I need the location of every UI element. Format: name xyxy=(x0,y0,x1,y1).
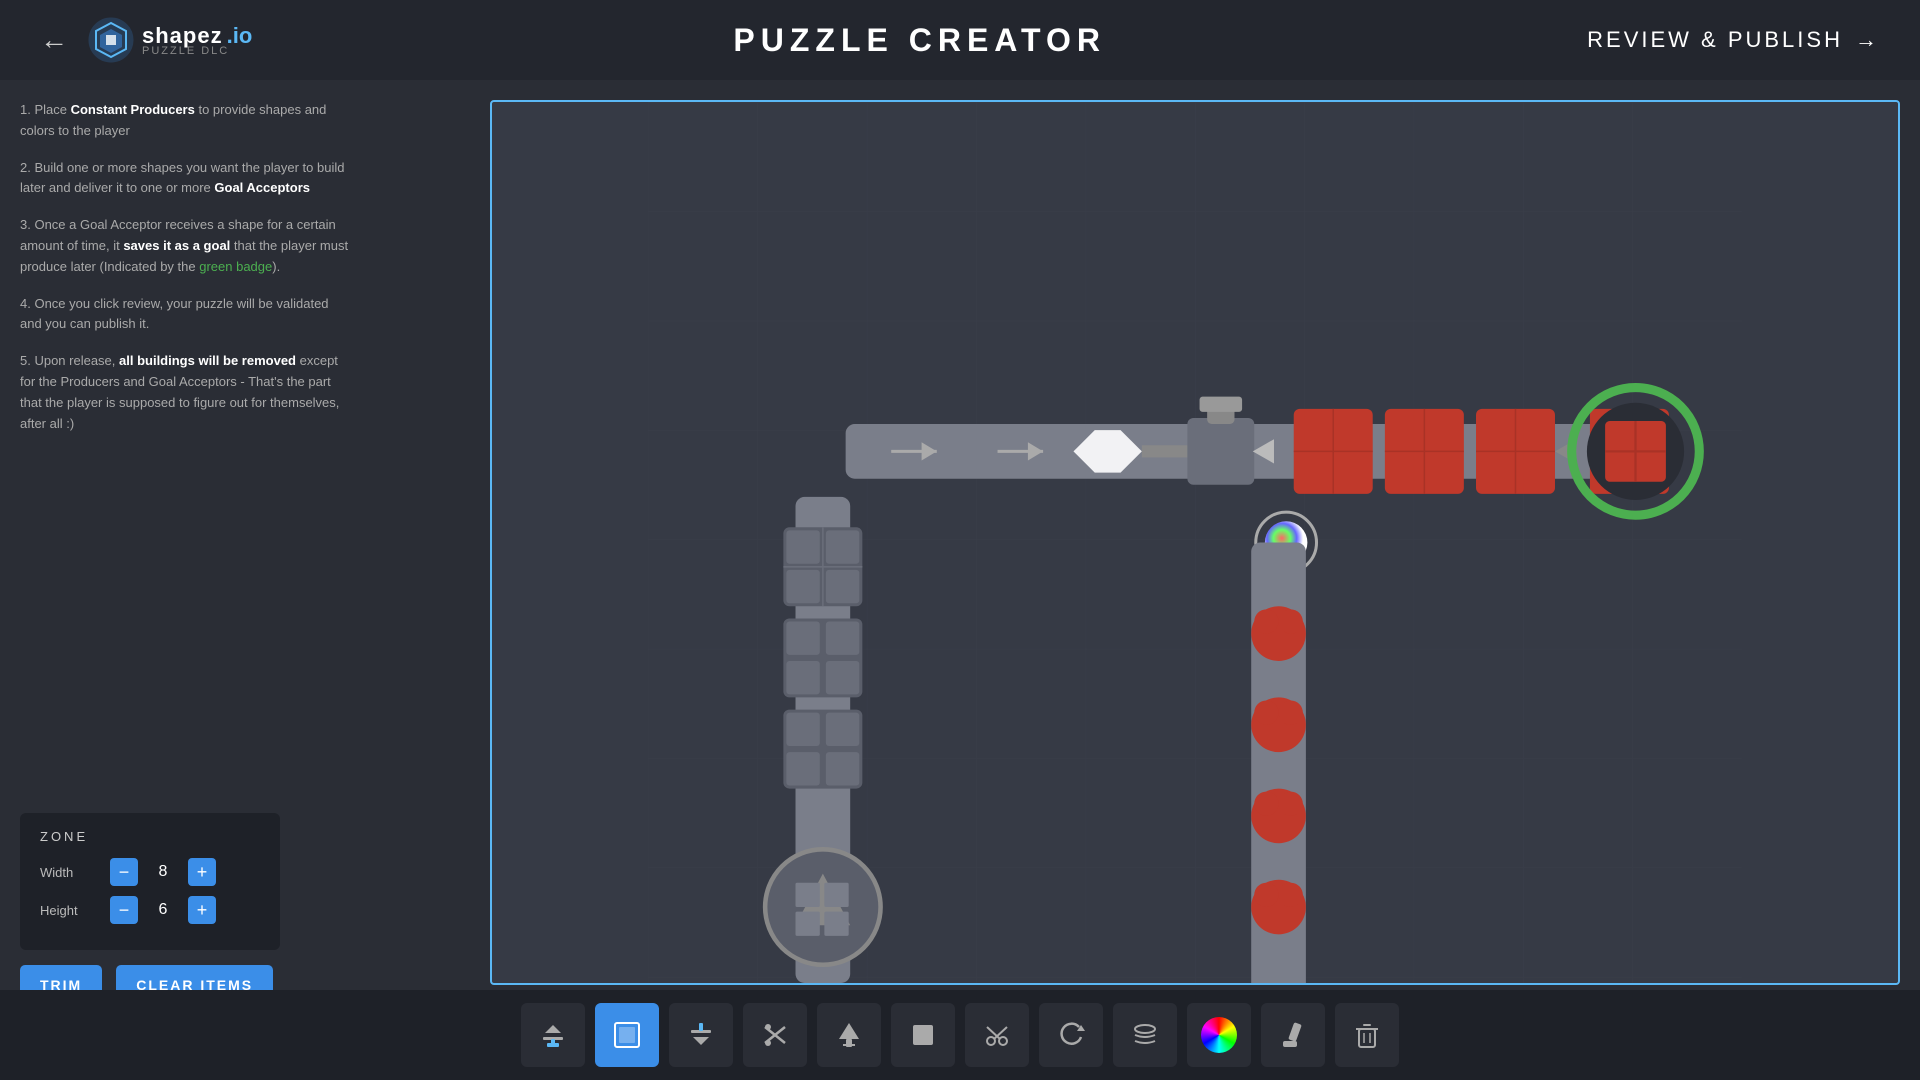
color-wheel-icon xyxy=(1201,1017,1237,1053)
review-publish-button[interactable]: REVIEW & PUBLISH → xyxy=(1587,27,1880,53)
build-button[interactable] xyxy=(891,1003,955,1067)
logo: shapez.io PUZZLE DLC xyxy=(88,17,252,63)
bottom-toolbar xyxy=(0,990,1920,1080)
review-arrow-icon: → xyxy=(1855,27,1880,53)
instruction-4: 4. Once you click review, your puzzle wi… xyxy=(20,294,350,336)
width-row: Width − 8 + xyxy=(40,858,260,886)
width-plus-button[interactable]: + xyxy=(188,858,216,886)
rotate-button[interactable] xyxy=(1039,1003,1103,1067)
page-title: PUZZLE CREATOR xyxy=(733,22,1106,59)
instruction-3: 3. Once a Goal Acceptor receives a shape… xyxy=(20,215,350,277)
mine-button[interactable] xyxy=(817,1003,881,1067)
width-value: 8 xyxy=(148,863,178,881)
height-row: Height − 6 + xyxy=(40,896,260,924)
zone-title: ZONE xyxy=(40,829,260,844)
instruction-5: 5. Upon release, all buildings will be r… xyxy=(20,351,350,434)
back-button[interactable]: ← xyxy=(40,26,68,54)
instruction-2: 2. Build one or more shapes you want the… xyxy=(20,158,350,200)
add-layer-button[interactable] xyxy=(521,1003,585,1067)
height-minus-button[interactable]: − xyxy=(110,896,138,924)
scissors-button[interactable] xyxy=(965,1003,1029,1067)
header-left: ← shapez.io PUZZLE DLC xyxy=(40,17,252,63)
height-plus-button[interactable]: + xyxy=(188,896,216,924)
header: ← shapez.io PUZZLE DLC PUZZLE CREATOR RE… xyxy=(0,0,1920,80)
height-label: Height xyxy=(40,903,100,918)
trash-button[interactable] xyxy=(1335,1003,1399,1067)
width-minus-button[interactable]: − xyxy=(110,858,138,886)
paint-button[interactable] xyxy=(1261,1003,1325,1067)
logo-text-group: shapez.io PUZZLE DLC xyxy=(142,23,252,57)
remove-layer-button[interactable] xyxy=(669,1003,733,1067)
logo-icon xyxy=(88,17,134,63)
stack-button[interactable] xyxy=(1113,1003,1177,1067)
logo-io: .io xyxy=(227,23,253,49)
cut-tool-button[interactable] xyxy=(743,1003,807,1067)
width-label: Width xyxy=(40,865,100,880)
instructions-panel: 1. Place Constant Producers to provide s… xyxy=(20,100,350,450)
review-label: REVIEW & PUBLISH xyxy=(1587,27,1843,53)
color-tool-button[interactable] xyxy=(1187,1003,1251,1067)
instruction-1: 1. Place Constant Producers to provide s… xyxy=(20,100,350,142)
select-button[interactable] xyxy=(595,1003,659,1067)
puzzle-svg xyxy=(492,102,1898,983)
zone-panel: ZONE Width − 8 + Height − 6 + xyxy=(20,813,280,950)
puzzle-canvas[interactable] xyxy=(490,100,1900,985)
height-value: 6 xyxy=(148,901,178,919)
